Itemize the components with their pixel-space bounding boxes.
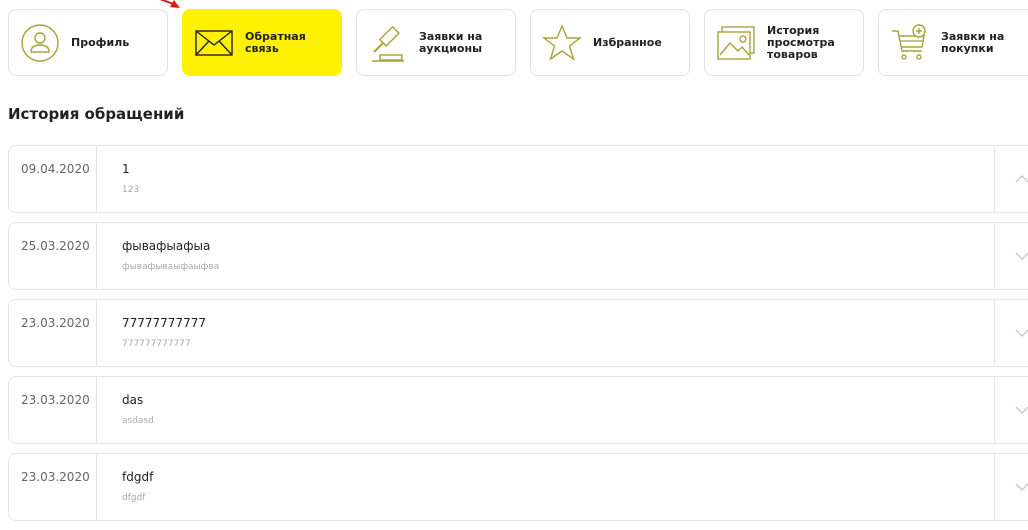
history-item[interactable]: 23.03.2020 77777777777 777777777777 (8, 299, 1028, 367)
profile-icon (20, 23, 60, 63)
tab-label: Заявки на покупки (941, 29, 1005, 55)
history-message: фывафываыфаыфва (122, 262, 220, 272)
tab-label: Обратная связь (245, 29, 306, 55)
tab-auction-requests[interactable]: Заявки на аукционы (356, 9, 516, 76)
feedback-history-list: 09.04.2020 1 123 25.03.2020 фывафыафыа ф… (8, 145, 1028, 530)
history-date: 09.04.2020 (9, 146, 97, 212)
history-body: 1 123 (97, 146, 1028, 212)
tab-feedback[interactable]: Обратная связь (182, 9, 342, 76)
history-subject: das (122, 393, 144, 407)
tab-label: Профиль (71, 35, 130, 49)
history-message: asdasd (122, 416, 154, 426)
history-body: das asdasd (97, 377, 1028, 443)
history-date: 23.03.2020 (9, 377, 97, 443)
tab-view-history[interactable]: История просмотра товаров (704, 9, 864, 76)
history-item[interactable]: 09.04.2020 1 123 (8, 145, 1028, 213)
row-divider (994, 454, 995, 520)
chevron-down-icon[interactable] (1013, 401, 1028, 419)
history-item[interactable]: 23.03.2020 das asdasd (8, 376, 1028, 444)
tab-label: Избранное (593, 35, 662, 49)
tab-label: История просмотра товаров (767, 23, 835, 61)
cart-plus-icon (890, 23, 930, 63)
history-message: 123 (122, 185, 140, 195)
tab-label: Заявки на аукционы (419, 29, 483, 55)
history-item[interactable]: 25.03.2020 фывафыафыа фывафываыфаыфва (8, 222, 1028, 290)
chevron-down-icon[interactable] (1013, 247, 1028, 265)
history-body: 77777777777 777777777777 (97, 300, 1028, 366)
envelope-icon (194, 23, 234, 63)
history-body: фывафыафыа фывафываыфаыфва (97, 223, 1028, 289)
chevron-up-icon[interactable] (1013, 170, 1028, 188)
account-tabs: Профиль Обратная связь Заявки на аукцион… (8, 9, 1028, 76)
history-message: 777777777777 (122, 339, 191, 349)
row-divider (994, 146, 995, 212)
chevron-down-icon[interactable] (1013, 478, 1028, 496)
gavel-icon (368, 23, 408, 63)
row-divider (994, 223, 995, 289)
image-icon (716, 23, 756, 63)
row-divider (994, 300, 995, 366)
chevron-down-icon[interactable] (1013, 324, 1028, 342)
star-icon (542, 23, 582, 63)
history-subject: фывафыафыа (122, 239, 211, 253)
history-date: 23.03.2020 (9, 454, 97, 520)
history-subject: fdgdf (122, 470, 154, 484)
history-subject: 77777777777 (122, 316, 206, 330)
row-divider (994, 377, 995, 443)
history-body: fdgdf dfgdf (97, 454, 1028, 520)
section-title: История обращений (8, 105, 185, 123)
history-date: 23.03.2020 (9, 300, 97, 366)
history-message: dfgdf (122, 493, 146, 503)
history-date: 25.03.2020 (9, 223, 97, 289)
history-subject: 1 (122, 162, 130, 176)
tab-profile[interactable]: Профиль (8, 9, 168, 76)
tab-purchase-requests[interactable]: Заявки на покупки (878, 9, 1028, 76)
tab-favorites[interactable]: Избранное (530, 9, 690, 76)
